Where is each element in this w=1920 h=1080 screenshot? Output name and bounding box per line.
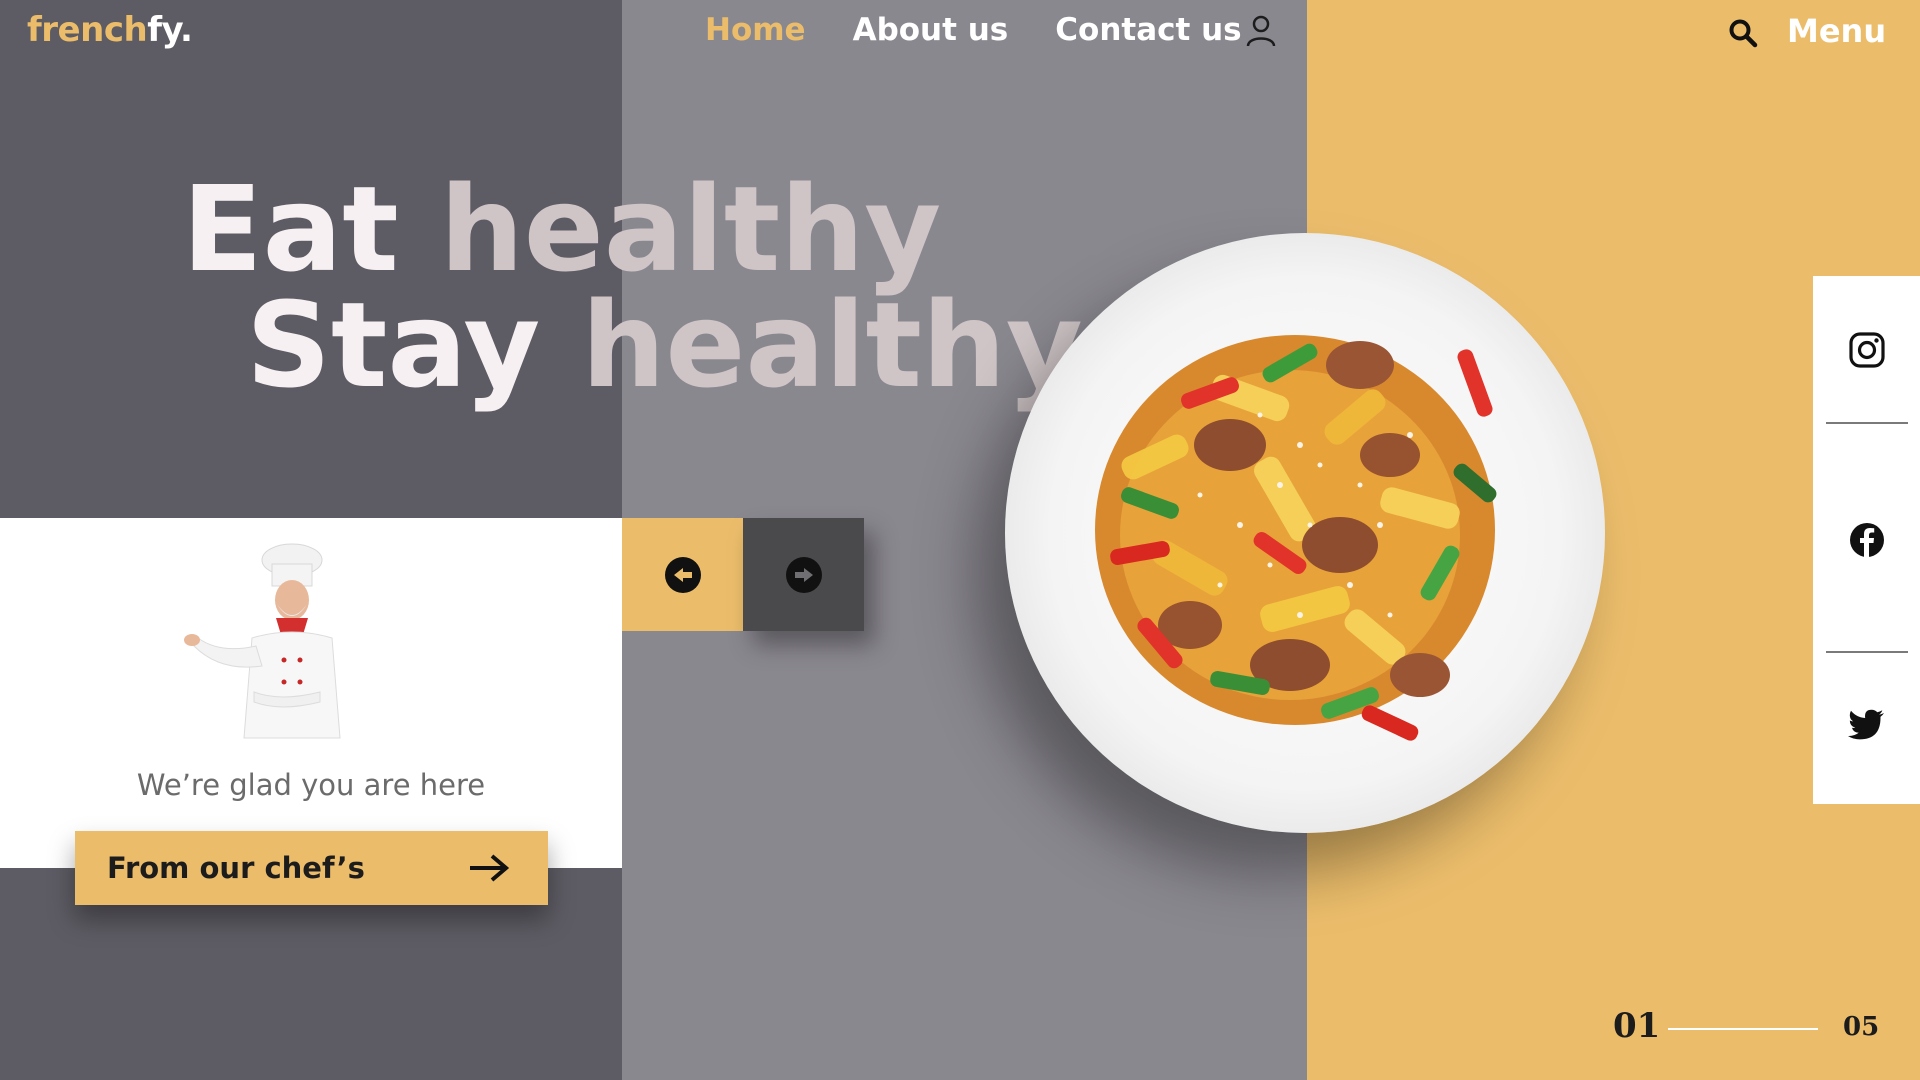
- brand-logo-part2: fy.: [147, 10, 193, 50]
- user-icon[interactable]: [1244, 14, 1278, 48]
- hero-line-2-light: healthy: [581, 276, 1083, 414]
- social-divider: [1826, 651, 1908, 653]
- nav-home[interactable]: Home: [705, 12, 806, 48]
- hero-line-2-strong: Stay: [246, 276, 582, 414]
- search-icon[interactable]: [1728, 18, 1758, 48]
- facebook-icon[interactable]: [1848, 521, 1886, 559]
- hero-line-2: Stay healthy: [246, 286, 1083, 404]
- twitter-icon[interactable]: [1848, 705, 1886, 743]
- slide-progress-line: [1668, 1028, 1818, 1030]
- brand-logo[interactable]: frenchfy.: [27, 10, 193, 50]
- pasta-dish-image: [1095, 335, 1497, 741]
- current-slide-number: 01: [1613, 1006, 1661, 1046]
- next-slide-button[interactable]: [743, 518, 864, 631]
- brand-logo-part1: french: [27, 10, 148, 50]
- welcome-text: We’re glad you are here: [136, 768, 486, 802]
- social-divider: [1826, 422, 1908, 424]
- from-our-chefs-button[interactable]: From our chef’s: [75, 831, 548, 905]
- arrow-right-icon: [470, 854, 510, 882]
- cta-label: From our chef’s: [107, 851, 365, 885]
- chef-illustration: [184, 543, 341, 739]
- main-nav: Home About us Contact us: [705, 12, 1289, 48]
- hero-line-1: Eat healthy: [182, 170, 941, 288]
- prev-slide-button[interactable]: [622, 518, 743, 631]
- social-links-bar: [1813, 276, 1920, 804]
- arrow-right-icon: [785, 556, 822, 593]
- chef-card: We’re glad you are here: [0, 518, 622, 868]
- menu-button[interactable]: Menu: [1787, 12, 1886, 50]
- nav-about-us[interactable]: About us: [853, 12, 1009, 48]
- nav-contact-us[interactable]: Contact us: [1055, 12, 1241, 48]
- total-slides-number: 05: [1843, 1012, 1880, 1042]
- instagram-icon[interactable]: [1848, 331, 1886, 369]
- arrow-left-icon: [664, 556, 701, 593]
